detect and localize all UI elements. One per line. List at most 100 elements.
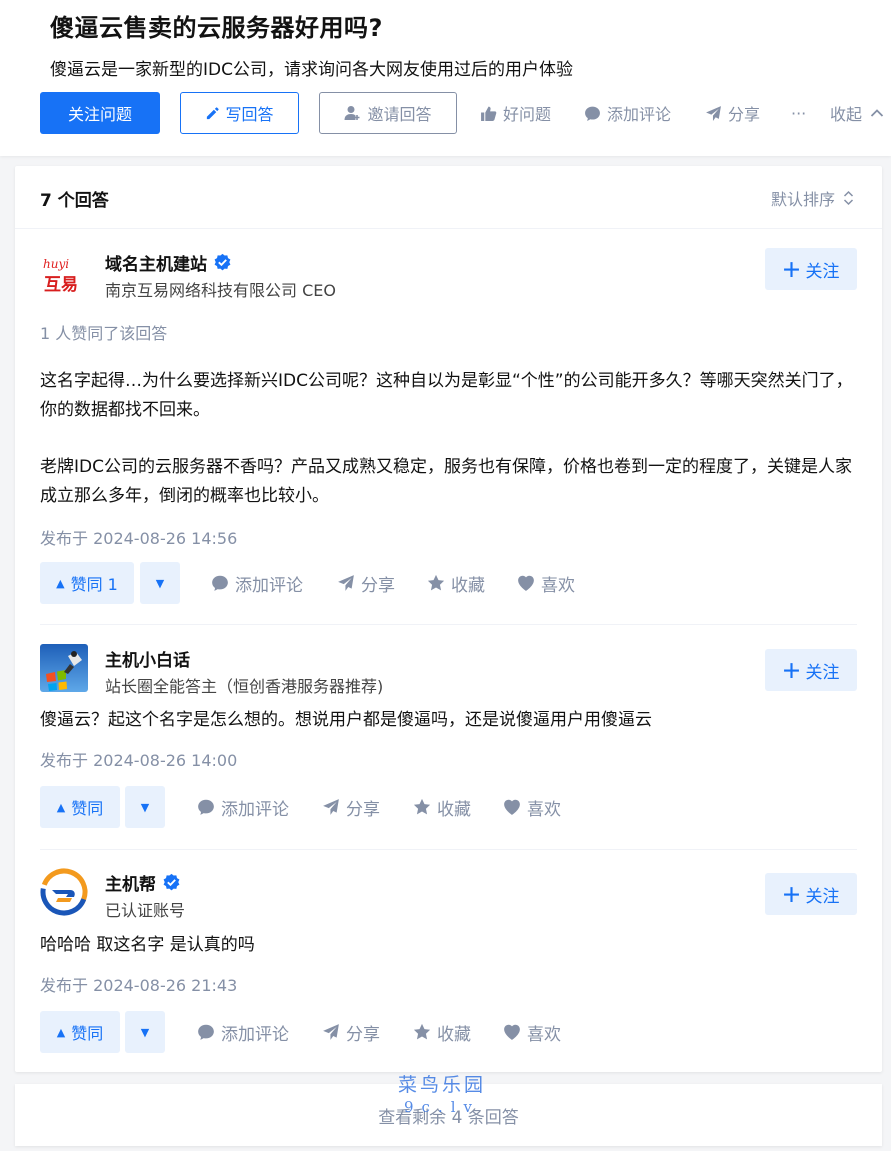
collect-label: 收藏 [437,799,471,820]
add-comment-label: 添加评论 [607,105,672,124]
answer-item: 主机小白话 站长圈全能答主（恒创香港服务器推荐) 关注 傻逼云？起这个名字是怎么… [40,644,857,830]
avatar[interactable]: huyi 互易 [40,248,88,296]
follow-label: 关注 [805,662,840,683]
write-answer-button[interactable]: 写回答 [180,92,299,134]
share-icon [338,575,354,591]
upvote-button[interactable]: ▲ 赞同 [40,1011,120,1053]
upvote-triangle-icon: ▲ [56,576,65,590]
comment-button[interactable]: 添加评论 [197,1011,289,1053]
answer-item: 主机帮 已认证账号 关注 哈哈哈 取这名字 是认真的吗 发布于 2024-08-… [40,868,857,1054]
publish-time[interactable]: 发布于 2024-08-26 21:43 [40,972,237,996]
publish-time[interactable]: 发布于 2024-08-26 14:56 [40,525,237,549]
author-name[interactable]: 域名主机建站 [105,250,232,275]
share-label: 分享 [361,575,395,596]
share-question-button[interactable]: 分享 [705,92,760,134]
answer-item: huyi 互易 域名主机建站 南京互易网络科技有限公司 CEO 关注 1 人赞同… [40,248,857,604]
avatar[interactable] [40,868,88,916]
thumbs-up-icon [481,106,497,121]
star-icon [427,574,445,591]
downvote-triangle-icon: ▼ [140,800,150,814]
answer-count: 7 个回答 [40,191,109,211]
like-button[interactable]: 喜欢 [517,562,575,604]
follow-question-label: 关注问题 [67,105,132,124]
share-question-label: 分享 [728,105,761,124]
invite-answer-label: 邀请回答 [367,105,432,124]
sort-dropdown[interactable]: 默认排序 [771,186,854,210]
downvote-button[interactable]: ▼ [140,562,180,604]
follow-author-button[interactable]: 关注 [765,873,857,915]
plus-icon [783,662,799,678]
follow-question-button[interactable]: 关注问题 [40,92,160,134]
downvote-triangle-icon: ▼ [155,576,165,590]
downvote-triangle-icon: ▼ [140,1025,150,1039]
like-label: 喜欢 [527,1024,561,1045]
answers-header: 7 个回答 默认排序 [15,166,882,229]
heart-icon [504,1024,520,1040]
author-name[interactable]: 主机帮 [105,870,181,895]
upvote-button[interactable]: ▲ 赞同 [40,786,120,828]
plus-icon [783,261,799,277]
share-button[interactable]: 分享 [337,562,395,604]
share-icon [323,1024,339,1040]
invite-user-icon [344,106,360,120]
more-options-icon: ··· [791,103,807,123]
collapse-label: 收起 [830,105,863,124]
good-question-button[interactable]: 好问题 [480,92,551,134]
comment-label: 添加评论 [221,799,289,820]
avatar-huyi-logo: 互易 [44,275,78,295]
upvote-label: 赞同 [71,799,104,818]
star-icon [413,1023,431,1040]
like-button[interactable]: 喜欢 [503,1011,561,1053]
downvote-button[interactable]: ▼ [125,1011,165,1053]
upvote-triangle-icon: ▲ [56,800,66,814]
add-comment-button[interactable]: 添加评论 [584,92,671,134]
answer-paragraph: 哈哈哈 取这名字 是认真的吗 [40,935,255,955]
sort-icon [843,190,854,206]
question-title: 傻逼云售卖的云服务器好用吗? [50,14,383,42]
follow-author-button[interactable]: 关注 [765,649,857,691]
answer-actions: ▲ 赞同 1 ▼ 添加评论 分享 收藏 喜欢 [40,562,857,604]
more-options-button[interactable]: ··· [791,92,806,134]
question-actions: 关注问题 写回答 邀请回答 好问题 添加评论 分享 ··· 收起 [40,92,891,134]
share-button[interactable]: 分享 [322,1011,380,1053]
publish-time[interactable]: 发布于 2024-08-26 14:00 [40,747,237,771]
invite-answer-button[interactable]: 邀请回答 [319,92,457,134]
comment-icon [198,1024,214,1040]
comment-button[interactable]: 添加评论 [197,786,289,828]
chevron-up-icon [870,109,884,117]
good-question-label: 好问题 [503,105,552,124]
pencil-icon [207,106,220,119]
collect-button[interactable]: 收藏 [413,786,471,828]
answer-paragraph: 这名字起得…为什么要选择新兴IDC公司呢？这种自以为是彰显“个性”的公司能开多久… [40,371,853,420]
avatar[interactable] [40,644,88,692]
share-label: 分享 [346,1024,380,1045]
collect-label: 收藏 [437,1024,471,1045]
avatar-huyi-text: huyi [43,257,69,271]
answer-divider [40,849,857,850]
downvote-button[interactable]: ▼ [125,786,165,828]
answer-content: 这名字起得…为什么要选择新兴IDC公司呢？这种自以为是彰显“个性”的公司能开多久… [40,367,857,511]
author-bio: 南京互易网络科技有限公司 CEO [105,281,336,300]
comment-label: 添加评论 [235,575,303,596]
follow-author-button[interactable]: 关注 [765,248,857,290]
like-button[interactable]: 喜欢 [503,786,561,828]
star-icon [413,798,431,815]
plus-icon [783,886,799,902]
comment-label: 添加评论 [221,1024,289,1045]
upvote-label: 赞同 1 [70,575,118,594]
collect-button[interactable]: 收藏 [413,1011,471,1053]
author-bio: 站长圈全能答主（恒创香港服务器推荐) [105,677,384,696]
collect-label: 收藏 [451,575,485,596]
share-button[interactable]: 分享 [322,786,380,828]
share-icon [706,105,721,121]
upvote-button[interactable]: ▲ 赞同 1 [40,562,134,604]
share-icon [323,799,339,815]
answer-actions: ▲ 赞同 ▼ 添加评论 分享 收藏 喜欢 [40,1011,857,1053]
comment-button[interactable]: 添加评论 [211,562,303,604]
collapse-button[interactable]: 收起 [830,92,884,134]
answer-divider [40,624,857,625]
comment-icon [198,799,214,815]
verified-icon [214,253,231,271]
collect-button[interactable]: 收藏 [427,562,485,604]
author-name[interactable]: 主机小白话 [105,646,190,671]
